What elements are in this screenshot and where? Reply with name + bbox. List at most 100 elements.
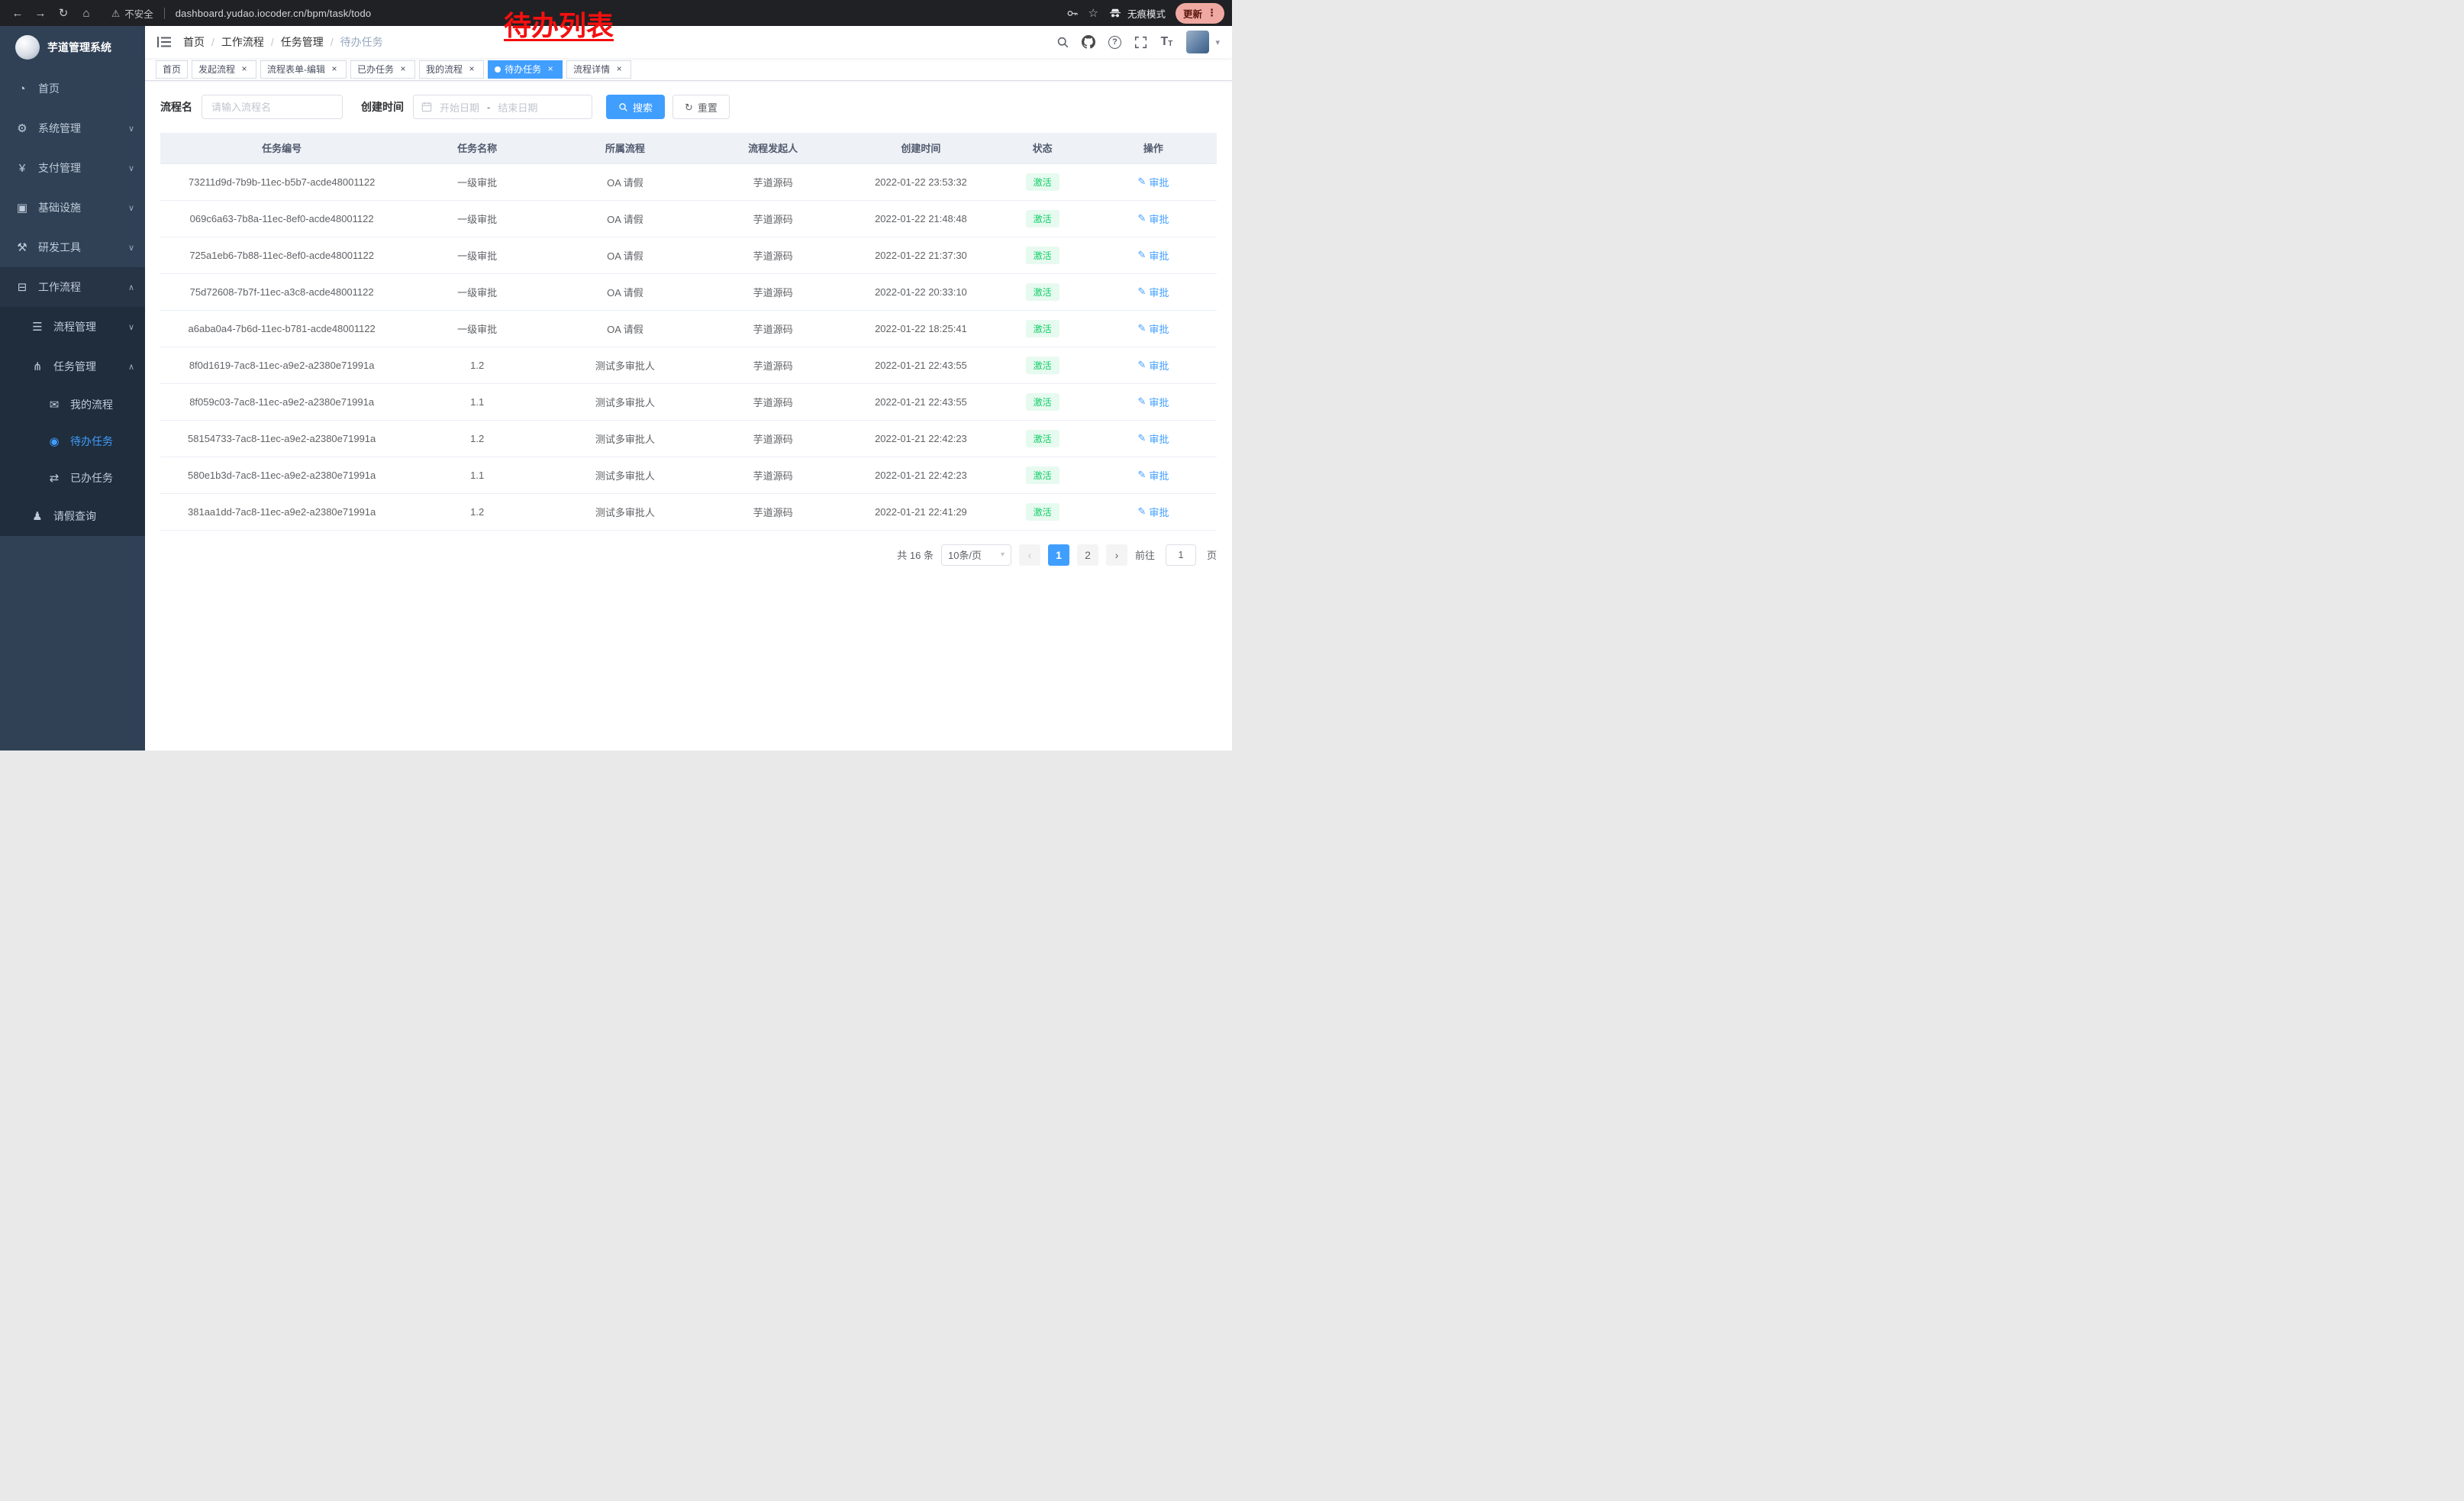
date-range-picker[interactable]: 开始日期 - 结束日期 — [413, 95, 592, 119]
dashboard-icon: ◔ — [15, 82, 29, 95]
edit-icon: ✎ — [1137, 505, 1146, 518]
breadcrumb-home[interactable]: 首页 — [183, 34, 205, 50]
close-icon[interactable]: × — [466, 64, 477, 75]
task-id-cell: 73211d9d-7b9b-11ec-b5b7-acde48001122 — [160, 163, 403, 200]
sidebar-item-system-management[interactable]: ⚙ 系统管理 ∨ — [0, 108, 145, 148]
close-icon[interactable]: × — [329, 64, 340, 75]
security-label: 不安全 — [124, 6, 153, 21]
bookmark-star-icon[interactable]: ☆ — [1088, 6, 1098, 20]
active-tab-dot — [495, 66, 501, 73]
created-at-cell: 2022-01-22 21:37:30 — [847, 237, 995, 273]
goto-page-input[interactable] — [1166, 544, 1196, 566]
tab-my-process[interactable]: 我的流程 × — [419, 60, 484, 79]
action-cell: ✎审批 — [1090, 383, 1217, 420]
help-icon[interactable]: ? — [1104, 31, 1125, 53]
page-button-2[interactable]: 2 — [1077, 544, 1098, 566]
approve-button[interactable]: ✎审批 — [1137, 431, 1169, 446]
font-size-icon[interactable]: TT — [1156, 31, 1177, 53]
sidebar-item-infrastructure[interactable]: ▣ 基础设施 ∨ — [0, 188, 145, 228]
status-badge: 激活 — [1026, 466, 1059, 484]
sidebar-item-done-tasks[interactable]: ⇄ 已办任务 — [0, 460, 145, 496]
task-id-cell: 58154733-7ac8-11ec-a9e2-a2380e71991a — [160, 420, 403, 457]
process-cell: 测试多审批人 — [551, 457, 699, 493]
tab-process-detail[interactable]: 流程详情 × — [566, 60, 631, 79]
status-badge: 激活 — [1026, 320, 1059, 337]
approve-button[interactable]: ✎审批 — [1137, 358, 1169, 373]
caret-down-icon[interactable]: ▾ — [1215, 37, 1220, 47]
breadcrumb-separator: / — [331, 36, 334, 48]
chevron-down-icon: ∨ — [128, 322, 134, 332]
filter-bar: 流程名 创建时间 开始日期 - 结束日期 搜索 ↻ — [160, 95, 1217, 119]
calendar-icon — [421, 102, 432, 112]
tab-todo-tasks[interactable]: 待办任务 × — [488, 60, 563, 79]
browser-menu-icon[interactable]: ⋮ — [1207, 7, 1217, 19]
next-page-button[interactable]: › — [1106, 544, 1127, 566]
prev-page-button[interactable]: ‹ — [1019, 544, 1040, 566]
col-process: 所属流程 — [551, 133, 699, 163]
reset-button[interactable]: ↻ 重置 — [672, 95, 730, 119]
close-icon[interactable]: × — [614, 64, 624, 75]
screen: ← → ↻ ⌂ ⚠ 不安全 dashboard.yudao.iocoder.cn… — [0, 0, 1232, 750]
page-size-select[interactable]: 10条/页 ▾ — [941, 544, 1011, 566]
approve-button[interactable]: ✎审批 — [1137, 321, 1169, 336]
sidebar-item-my-process[interactable]: ✉ 我的流程 — [0, 386, 145, 423]
key-icon[interactable] — [1066, 7, 1079, 20]
table-row: a6aba0a4-7b6d-11ec-b781-acde48001122 一级审… — [160, 310, 1217, 347]
page-button-1[interactable]: 1 — [1048, 544, 1069, 566]
close-icon[interactable]: × — [239, 64, 250, 75]
incognito-label: 无痕模式 — [1127, 6, 1166, 21]
address-bar[interactable]: dashboard.yudao.iocoder.cn/bpm/task/todo — [176, 8, 372, 19]
sidebar-collapse-icon[interactable] — [157, 37, 171, 47]
sidebar-item-label: 研发工具 — [38, 240, 81, 255]
approve-button[interactable]: ✎审批 — [1137, 505, 1169, 519]
breadcrumb-task-management[interactable]: 任务管理 — [281, 34, 324, 50]
approve-button[interactable]: ✎审批 — [1137, 468, 1169, 483]
monitor-icon: ▣ — [15, 201, 29, 215]
approve-button[interactable]: ✎审批 — [1137, 285, 1169, 299]
reload-icon[interactable]: ↻ — [53, 3, 73, 23]
close-icon[interactable]: × — [545, 64, 556, 75]
fullscreen-icon[interactable] — [1130, 31, 1151, 53]
sidebar-item-leave-query[interactable]: ♟ 请假查询 — [0, 496, 145, 536]
tab-start-process[interactable]: 发起流程 × — [192, 60, 256, 79]
tab-done-tasks[interactable]: 已办任务 × — [350, 60, 415, 79]
process-name-input[interactable] — [202, 95, 343, 119]
back-icon[interactable]: ← — [8, 3, 27, 23]
sidebar-item-process-management[interactable]: ☰ 流程管理 ∨ — [0, 307, 145, 347]
close-icon[interactable]: × — [398, 64, 408, 75]
approve-button[interactable]: ✎审批 — [1137, 395, 1169, 409]
exchange-icon: ⇄ — [47, 471, 61, 485]
browser-update-button[interactable]: 更新 ⋮ — [1176, 3, 1224, 24]
status-cell: 激活 — [995, 493, 1090, 530]
process-cell: 测试多审批人 — [551, 347, 699, 383]
approve-button[interactable]: ✎审批 — [1137, 248, 1169, 263]
search-icon[interactable] — [1052, 31, 1073, 53]
sidebar-item-todo-tasks[interactable]: ◉ 待办任务 — [0, 423, 145, 460]
tree-icon: ⋔ — [31, 360, 44, 373]
user-avatar[interactable] — [1186, 31, 1209, 53]
sidebar-item-home[interactable]: ◔ 首页 — [0, 69, 145, 108]
process-name-label: 流程名 — [160, 99, 192, 115]
sidebar-item-dev-tools[interactable]: ⚒ 研发工具 ∨ — [0, 228, 145, 267]
forward-icon[interactable]: → — [31, 3, 50, 23]
status-cell: 激活 — [995, 237, 1090, 273]
sidebar-item-payment-management[interactable]: ¥ 支付管理 ∨ — [0, 148, 145, 188]
breadcrumb-separator: / — [271, 36, 274, 48]
sidebar-item-task-management[interactable]: ⋔ 任务管理 ∧ — [0, 347, 145, 386]
initiator-cell: 芋道源码 — [699, 273, 847, 310]
initiator-cell: 芋道源码 — [699, 493, 847, 530]
sidebar-item-workflow[interactable]: ⊟ 工作流程 ∧ — [0, 267, 145, 307]
status-badge: 激活 — [1026, 503, 1059, 521]
site-security-indicator[interactable]: ⚠ 不安全 — [111, 6, 153, 21]
approve-button[interactable]: ✎审批 — [1137, 211, 1169, 226]
search-button[interactable]: 搜索 — [606, 95, 665, 119]
tab-process-form-edit[interactable]: 流程表单-编辑 × — [260, 60, 347, 79]
task-name-cell: 一级审批 — [403, 200, 551, 237]
github-icon[interactable] — [1078, 31, 1099, 53]
home-icon[interactable]: ⌂ — [76, 3, 96, 23]
breadcrumb-workflow[interactable]: 工作流程 — [221, 34, 264, 50]
created-at-cell: 2022-01-22 20:33:10 — [847, 273, 995, 310]
approve-button[interactable]: ✎审批 — [1137, 175, 1169, 189]
tab-home[interactable]: 首页 — [156, 60, 188, 79]
created-at-cell: 2022-01-21 22:42:23 — [847, 420, 995, 457]
